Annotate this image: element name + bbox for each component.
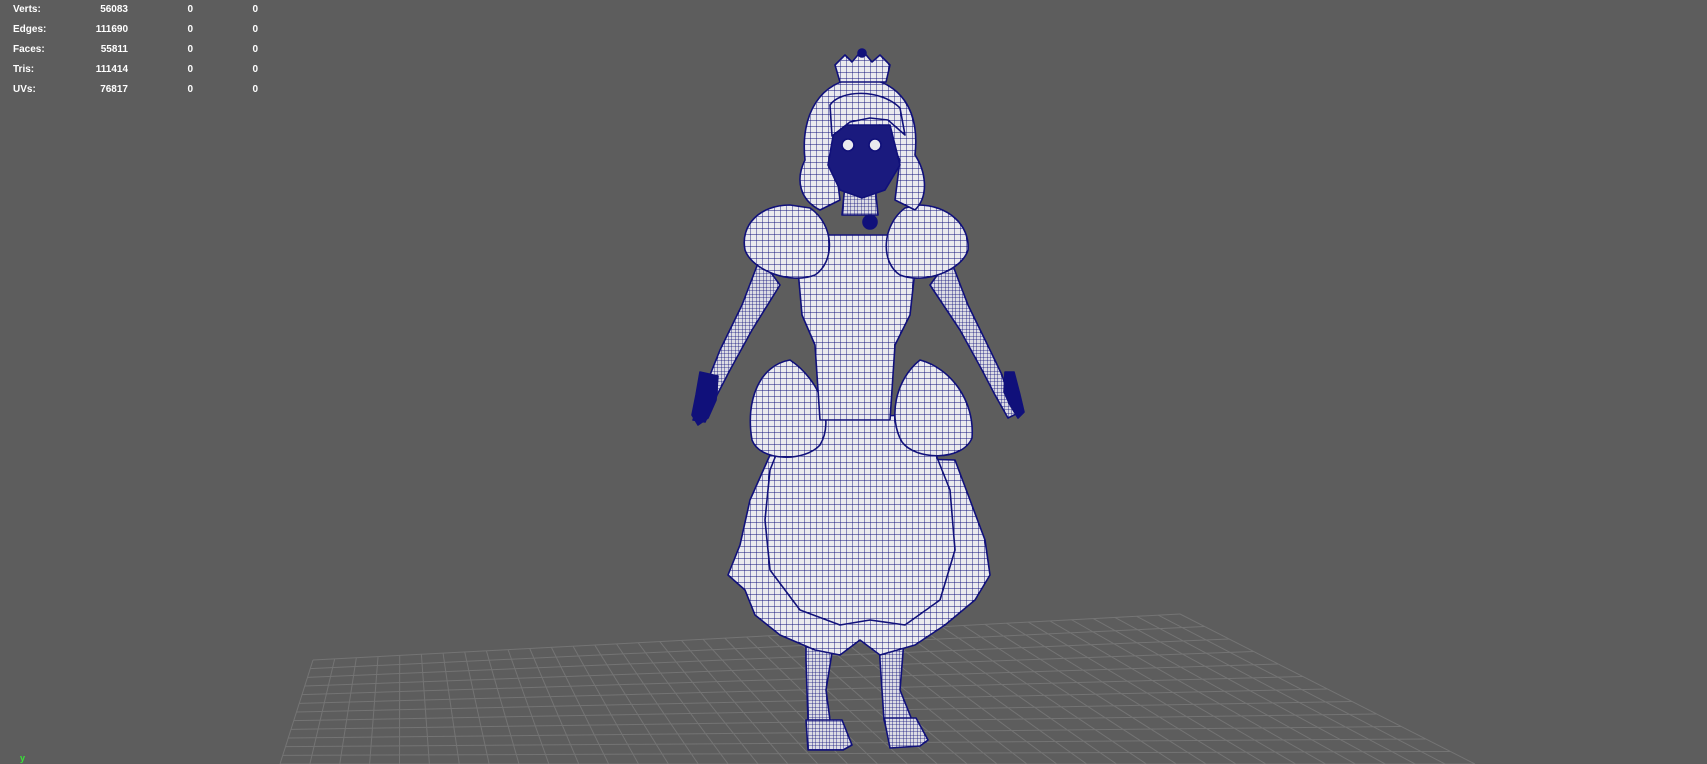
right-shoe xyxy=(883,717,929,749)
scene-canvas[interactable] xyxy=(0,0,1707,764)
hud-row-faces: Faces: 55811 0 0 xyxy=(0,40,270,60)
hud-row-tris: Tris: 111414 0 0 xyxy=(0,60,270,80)
hud-label: Faces: xyxy=(13,44,45,55)
left-hand xyxy=(691,371,719,426)
character-model[interactable] xyxy=(691,48,1025,751)
hud-value: 111414 xyxy=(95,64,128,75)
hud-value: 0 xyxy=(252,44,258,55)
hud-row-uvs: UVs: 76817 0 0 xyxy=(0,80,270,100)
poly-count-hud: Verts: 56083 0 0 Edges: 111690 0 0 Faces: 55811 0 0… xyxy=(0,0,270,100)
grid-line xyxy=(307,638,1230,678)
hud-value: 0 xyxy=(187,64,193,75)
hud-value: 0 xyxy=(252,64,258,75)
hud-value: 0 xyxy=(252,4,258,15)
face xyxy=(827,124,901,199)
crown-jewel xyxy=(857,48,867,58)
right-eye xyxy=(868,138,882,152)
hud-value: 0 xyxy=(187,24,193,35)
hud-row-edges: Edges: 111690 0 0 xyxy=(0,20,270,40)
hud-label: Edges: xyxy=(13,24,47,35)
hud-value: 0 xyxy=(187,4,193,15)
left-shoe xyxy=(805,719,853,751)
hud-label: Verts: xyxy=(13,4,41,15)
hud-value: 111690 xyxy=(95,24,128,35)
axis-indicator: y xyxy=(20,753,26,763)
viewport-3d[interactable]: Verts: 56083 0 0 Edges: 111690 0 0 Faces: 55811 0 0… xyxy=(0,0,1707,764)
hud-value: 0 xyxy=(187,44,193,55)
hud-row-verts: Verts: 56083 0 0 xyxy=(0,0,270,20)
hud-value: 76817 xyxy=(100,84,128,95)
left-eye xyxy=(841,138,855,152)
hud-value: 55811 xyxy=(100,44,128,55)
brooch xyxy=(862,214,878,230)
right-shoulder-puff xyxy=(885,204,969,279)
hud-label: UVs: xyxy=(13,84,36,95)
left-hip-puff xyxy=(749,359,827,458)
hud-value: 56083 xyxy=(100,4,128,15)
hud-label: Tris: xyxy=(13,64,35,75)
right-hip-puff xyxy=(894,359,973,457)
hud-value: 0 xyxy=(252,24,258,35)
hud-value: 0 xyxy=(187,84,193,95)
hud-value: 0 xyxy=(252,84,258,95)
grid-line xyxy=(312,613,1181,661)
